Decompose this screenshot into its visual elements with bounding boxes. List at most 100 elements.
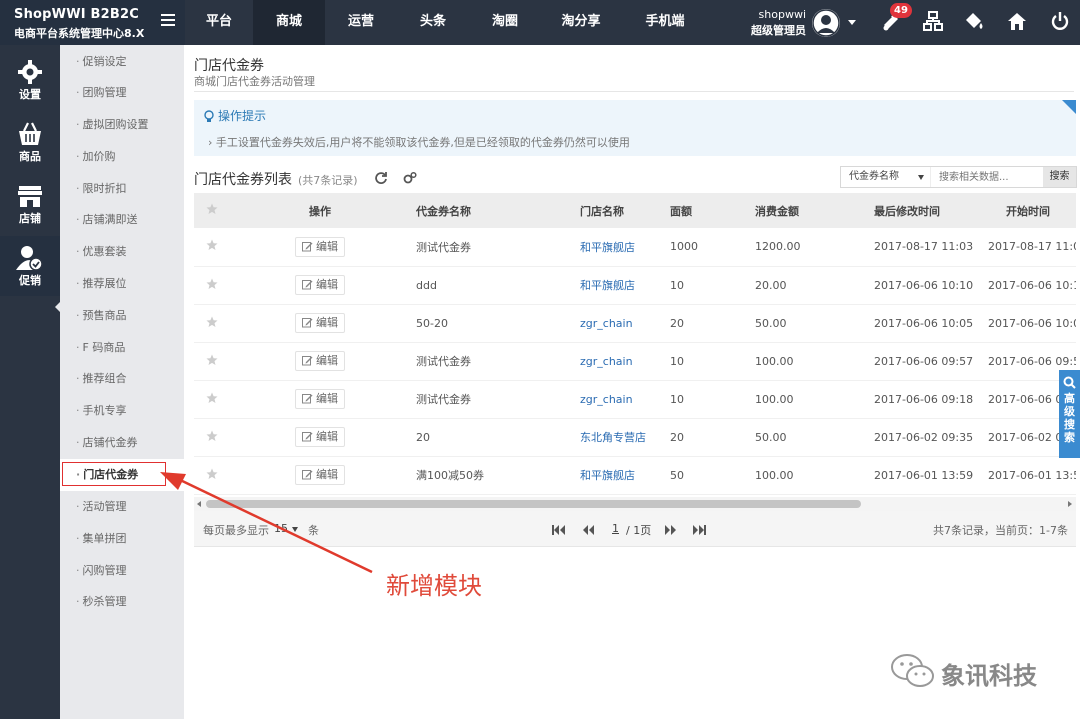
records-summary: 共7条记录，当前页：1-7条 [933, 524, 1068, 537]
header-cell: 门店名称 [574, 193, 664, 228]
row-star[interactable] [194, 342, 230, 381]
store-link[interactable]: 和平旗舰店 [580, 279, 635, 292]
edit-button[interactable]: 编辑 [295, 427, 345, 447]
row-star[interactable] [194, 304, 230, 343]
subnav-item[interactable]: 预售商品 [60, 300, 184, 332]
subnav-item[interactable]: 活动管理 [60, 491, 184, 523]
per-page-value[interactable]: 15 [274, 522, 288, 535]
sub-nav: 促销设定 团购管理 虚拟团购设置 加价购 限时折扣 店铺满即送 优惠套装 推荐展… [60, 45, 184, 719]
edit-button[interactable]: 编辑 [295, 275, 345, 295]
search-field-select[interactable]: 代金券名称 [841, 167, 931, 187]
store-link[interactable]: zgr_chain [580, 393, 633, 406]
header-cell: 开始时间 [974, 193, 1076, 228]
subnav-item-store-voucher[interactable]: 门店代金券 [60, 459, 184, 491]
advanced-search-label: 高级搜索 [1064, 392, 1075, 444]
nav-item-headlines[interactable]: 头条 [397, 0, 469, 45]
edit-button[interactable]: 编辑 [295, 389, 345, 409]
left-nav-goods[interactable]: 商品 [0, 112, 60, 172]
star-icon [206, 203, 218, 214]
prev-page-icon[interactable] [581, 524, 595, 535]
subnav-item[interactable]: 虚拟团购设置 [60, 109, 184, 141]
subnav-item[interactable]: 加价购 [60, 141, 184, 173]
nav-item-operations[interactable]: 运营 [325, 0, 397, 45]
nav-item-taoquan[interactable]: 淘圈 [469, 0, 541, 45]
store-link[interactable]: 和平旗舰店 [580, 469, 635, 482]
chevron-down-icon[interactable] [848, 20, 856, 25]
first-page-icon[interactable] [552, 524, 566, 535]
row-star[interactable] [194, 266, 230, 305]
left-nav-store[interactable]: 店铺 [0, 174, 60, 234]
left-nav-promotion[interactable]: 促销 [0, 236, 60, 296]
nav-item-mall[interactable]: 商城 [253, 0, 325, 45]
subnav-item[interactable]: 限时折扣 [60, 173, 184, 205]
top-bar: ShopWWI B2B2C 电商平台系统管理中心8.X 平台 商城 运营 头条 … [0, 0, 1080, 45]
subnav-item[interactable]: 秒杀管理 [60, 586, 184, 618]
subnav-item[interactable]: 集单拼团 [60, 523, 184, 555]
chevron-down-icon[interactable] [292, 527, 298, 532]
lightbulb-icon [204, 110, 214, 122]
store-icon [18, 186, 42, 207]
subnav-item[interactable]: 推荐组合 [60, 363, 184, 395]
nav-item-taoshare[interactable]: 淘分享 [541, 0, 621, 45]
left-nav-label: 促销 [19, 274, 41, 287]
collapse-corner[interactable] [1062, 100, 1076, 114]
store-name: zgr_chain [574, 380, 664, 419]
settings-gears-icon[interactable] [403, 171, 417, 185]
left-nav-settings[interactable]: 设置 [0, 50, 60, 110]
row-star[interactable] [194, 456, 230, 495]
watermark: 象讯科技 [889, 652, 1037, 692]
search-button[interactable]: 搜索 [1043, 167, 1076, 187]
brand-subtitle: 电商平台系统管理中心8.X [14, 27, 145, 40]
sitemap-icon[interactable] [922, 10, 944, 32]
refresh-icon[interactable] [374, 171, 388, 185]
horizontal-scrollbar[interactable] [194, 497, 1076, 511]
edit-button[interactable]: 编辑 [295, 313, 345, 333]
avatar[interactable] [812, 9, 840, 37]
nav-item-platform[interactable]: 平台 [185, 0, 253, 45]
edit-button[interactable]: 编辑 [295, 236, 345, 257]
search-input[interactable] [933, 167, 1043, 187]
scroll-right-icon[interactable] [1068, 501, 1072, 507]
subnav-item[interactable]: 店铺满即送 [60, 204, 184, 236]
last-page-icon[interactable] [692, 524, 706, 535]
divider [194, 91, 1074, 92]
store-link[interactable]: 东北角专营店 [580, 431, 646, 444]
nav-item-mobile[interactable]: 手机端 [621, 0, 709, 45]
scroll-left-icon[interactable] [197, 501, 201, 507]
subnav-item[interactable]: 推荐展位 [60, 268, 184, 300]
store-link[interactable]: zgr_chain [580, 317, 633, 330]
power-icon[interactable] [1049, 10, 1071, 32]
paint-bucket-icon[interactable] [963, 10, 985, 32]
subnav-item[interactable]: F 码商品 [60, 332, 184, 364]
advanced-search-tab[interactable]: 高级搜索 [1059, 370, 1080, 458]
scroll-thumb[interactable] [206, 500, 861, 508]
user-name: shopwwi [758, 8, 806, 21]
row-star[interactable] [194, 380, 230, 419]
store-link[interactable]: 和平旗舰店 [580, 241, 635, 254]
current-page[interactable]: 1 [612, 522, 619, 535]
next-page-icon[interactable] [664, 524, 678, 535]
row-star[interactable] [194, 228, 230, 267]
left-icon-nav: 设置 商品 店铺 促销 [0, 45, 61, 719]
subnav-item[interactable]: 促销设定 [60, 46, 184, 78]
subnav-item[interactable]: 店铺代金券 [60, 427, 184, 459]
home-icon[interactable] [1006, 10, 1028, 32]
subnav-item[interactable]: 手机专享 [60, 395, 184, 427]
edit-icon [302, 356, 313, 366]
spend-amount: 1200.00 [749, 228, 854, 267]
subnav-item[interactable]: 闪购管理 [60, 555, 184, 587]
subnav-item[interactable]: 优惠套装 [60, 236, 184, 268]
edit-button[interactable]: 编辑 [295, 351, 345, 371]
tips-title[interactable]: 操作提示 [218, 107, 266, 124]
store-link[interactable]: zgr_chain [580, 355, 633, 368]
face-value: 10 [664, 266, 749, 305]
watermark-text: 象讯科技 [941, 662, 1037, 690]
row-star[interactable] [194, 418, 230, 457]
header-star[interactable] [194, 193, 230, 228]
user-info[interactable]: shopwwi 超级管理员 [748, 8, 806, 38]
menu-toggle-icon[interactable] [161, 14, 175, 28]
subnav-item[interactable]: 团购管理 [60, 77, 184, 109]
edit-button[interactable]: 编辑 [295, 465, 345, 485]
header-cell: 最后修改时间 [854, 193, 974, 228]
store-name: 和平旗舰店 [574, 456, 664, 495]
